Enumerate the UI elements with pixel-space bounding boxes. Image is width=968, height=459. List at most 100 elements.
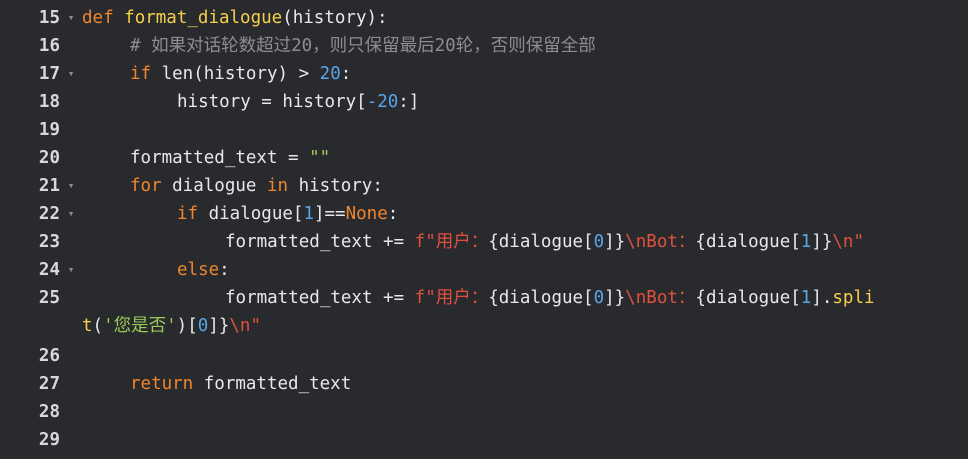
code-editor[interactable]: 15 ▾ def format_dialogue(history): 16 # …	[0, 0, 968, 459]
string-token: ""	[309, 148, 331, 168]
code-line[interactable]: 20 formatted_text = ""	[0, 144, 968, 172]
code-token: ]}	[604, 232, 626, 252]
line-number: 18	[38, 92, 60, 112]
code-token: ]==	[313, 204, 346, 224]
line-number: 20	[38, 148, 60, 168]
code-token: )[	[176, 316, 198, 336]
number-token: 1	[303, 204, 314, 224]
code-line[interactable]: 18 history = history[-20:]	[0, 88, 968, 116]
code-token: {dialogue[	[695, 232, 801, 252]
code-token: (history):	[282, 8, 388, 28]
code-text: formatted_text += f"用户：{dialogue[0]}\nBo…	[225, 228, 864, 256]
code-token: :]	[398, 92, 420, 112]
fstring-token: \n"	[229, 316, 261, 336]
keyword-token: for	[130, 176, 162, 196]
number-token: 0	[593, 232, 605, 252]
line-number: 19	[38, 120, 60, 140]
constant-token: None	[345, 204, 388, 224]
code-line[interactable]: 28	[0, 398, 968, 426]
comment-token: # 如果对话轮数超过20，则只保留最后20轮，否则保留全部	[130, 36, 596, 56]
code-text: t('您是否')[0]}\n"	[82, 312, 261, 340]
number-token: -20	[366, 92, 399, 112]
fold-arrow-icon[interactable]: ▾	[64, 172, 78, 200]
code-token: formatted_text +=	[225, 288, 415, 308]
code-line[interactable]: 21 ▾ for dialogue in history:	[0, 172, 968, 200]
number-token: 1	[800, 288, 812, 308]
code-token: dialogue	[161, 176, 267, 196]
code-token: ]}	[811, 232, 833, 252]
line-number: 26	[38, 346, 60, 366]
line-number: 22	[38, 204, 60, 224]
code-text: formatted_text = ""	[130, 144, 330, 172]
code-text: else:	[177, 256, 230, 284]
code-text: history = history[-20:]	[177, 88, 419, 116]
code-text: return formatted_text	[130, 370, 351, 398]
code-token: {dialogue[	[695, 288, 801, 308]
keyword-token: if	[177, 204, 199, 224]
keyword-token: def	[82, 8, 114, 28]
code-line[interactable]: 26	[0, 342, 968, 370]
fstring-token: \n"	[832, 232, 864, 252]
keyword-token: if	[130, 64, 152, 84]
code-token: :	[219, 260, 230, 280]
number-token: 0	[197, 316, 209, 336]
code-line[interactable]: 22 ▾ if dialogue[1]==None:	[0, 200, 968, 228]
line-number: 29	[38, 430, 60, 450]
code-token: {dialogue[	[488, 232, 594, 252]
code-line[interactable]: 16 # 如果对话轮数超过20，则只保留最后20轮，否则保留全部	[0, 32, 968, 60]
code-token: (	[92, 316, 104, 336]
method-token: spli	[832, 288, 875, 308]
line-number: 17	[38, 64, 60, 84]
code-token: ]}	[208, 316, 230, 336]
code-line[interactable]: 15 ▾ def format_dialogue(history):	[0, 4, 968, 32]
code-text: # 如果对话轮数超过20，则只保留最后20轮，否则保留全部	[130, 32, 596, 60]
code-line[interactable]: 25 formatted_text += f"用户：{dialogue[0]}\…	[0, 284, 968, 312]
code-token: formatted_text =	[130, 148, 310, 168]
code-token: ].	[811, 288, 833, 308]
code-line[interactable]: 17 ▾ if len(history) > 20:	[0, 60, 968, 88]
fold-arrow-icon[interactable]: ▾	[64, 200, 78, 228]
fold-arrow-icon[interactable]: ▾	[64, 4, 78, 32]
fstring-token: f"用户：	[414, 232, 489, 252]
line-number: 16	[38, 36, 60, 56]
fold-arrow-icon[interactable]: ▾	[64, 256, 78, 284]
code-line[interactable]: 19	[0, 116, 968, 144]
code-line[interactable]: 23 formatted_text += f"用户：{dialogue[0]}\…	[0, 228, 968, 256]
code-token: :	[387, 204, 399, 224]
string-token: '您是否'	[103, 316, 177, 336]
line-number: 28	[38, 402, 60, 422]
code-text: if dialogue[1]==None:	[177, 200, 398, 228]
code-line[interactable]: 27 return formatted_text	[0, 370, 968, 398]
code-text: formatted_text += f"用户：{dialogue[0]}\nBo…	[225, 284, 875, 312]
code-token: history:	[288, 176, 383, 196]
line-number: 25	[38, 288, 60, 308]
keyword-token: else	[177, 260, 220, 280]
function-name-token: format_dialogue	[124, 8, 283, 28]
code-token: ]}	[604, 288, 626, 308]
fold-arrow-icon[interactable]: ▾	[64, 60, 78, 88]
code-token: formatted_text +=	[225, 232, 415, 252]
code-token: len(history) >	[151, 64, 320, 84]
keyword-token: in	[266, 176, 289, 196]
code-text: for dialogue in history:	[130, 172, 383, 200]
code-token: :	[340, 64, 352, 84]
code-token: formatted_text	[193, 374, 352, 394]
line-number: 15	[38, 8, 60, 28]
code-text: def format_dialogue(history):	[82, 4, 388, 32]
number-token: 1	[800, 232, 812, 252]
fstring-token: f"用户：	[414, 288, 489, 308]
keyword-token: return	[130, 374, 194, 394]
code-line-wrap[interactable]: t('您是否')[0]}\n"	[0, 312, 968, 340]
code-token: history = history[	[177, 92, 367, 112]
line-number: 24	[38, 260, 60, 280]
method-token: t	[82, 316, 93, 336]
code-line[interactable]: 29	[0, 426, 968, 454]
fstring-token: \nBot：	[625, 232, 696, 252]
code-text: if len(history) > 20:	[130, 60, 351, 88]
code-token: dialogue[	[198, 204, 304, 224]
code-token: {dialogue[	[488, 288, 594, 308]
line-number: 23	[38, 232, 60, 252]
code-line[interactable]: 24 ▾ else:	[0, 256, 968, 284]
line-number: 27	[38, 374, 60, 394]
number-token: 20	[319, 64, 341, 84]
